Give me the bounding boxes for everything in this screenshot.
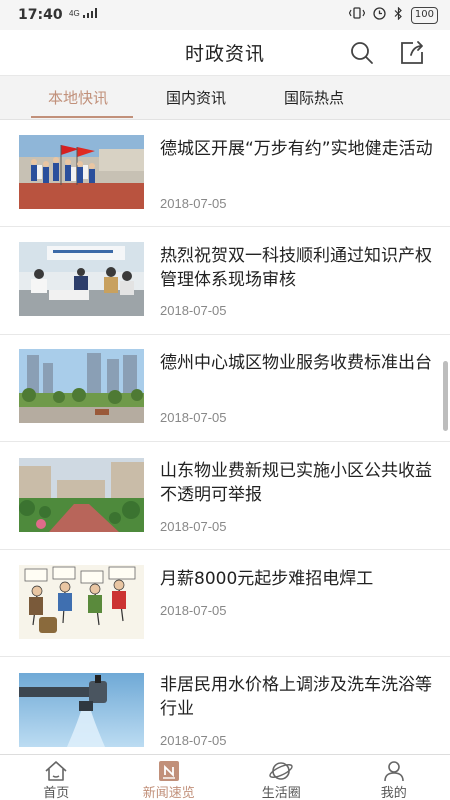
news-item[interactable]: 德州中心城区物业服务收费标准出台 2018-07-05: [0, 335, 450, 442]
news-title: 月薪8000元起步难招电焊工: [160, 569, 374, 589]
news-title: 热烈祝贺双一科技顺利通过知识产权管理体系现场审核: [160, 246, 432, 290]
news-title: 德城区开展“万步有约”实地健走活动: [160, 139, 433, 159]
nav-home[interactable]: 首页: [0, 755, 113, 800]
news-thumbnail: [19, 458, 144, 532]
news-list: 德城区开展“万步有约”实地健走活动 2018-07-05 热烈祝贺双一科技顺利通…: [0, 121, 450, 754]
news-item[interactable]: 山东物业费新规已实施小区公共收益不透明可举报 2018-07-05: [0, 442, 450, 550]
news-thumbnail: [19, 242, 144, 316]
nav-life-circle-label: 生活圈: [261, 786, 301, 800]
network-type: 4G: [69, 9, 80, 18]
bluetooth-icon: [394, 6, 403, 24]
nav-profile[interactable]: 我的: [338, 755, 450, 800]
tab-local-news[interactable]: 本地快讯: [23, 76, 133, 120]
news-date: 2018-07-05: [160, 733, 227, 748]
vibrate-icon: [348, 7, 366, 23]
news-title: 非居民用水价格上调涉及洗车洗浴等行业: [160, 675, 432, 719]
nav-news[interactable]: 新闻速览: [113, 755, 226, 800]
page-title: 时政资讯: [184, 43, 265, 65]
news-date: 2018-07-05: [160, 519, 227, 534]
app-header: 时政资讯: [0, 30, 450, 76]
tab-international-news[interactable]: 国际热点: [259, 76, 369, 120]
news-item[interactable]: 非居民用水价格上调涉及洗车洗浴等行业 2018-07-05: [0, 657, 450, 754]
battery-icon: 100: [410, 6, 438, 24]
news-thumbnail: [19, 673, 144, 747]
status-bar: 17:40 4G 100: [0, 0, 450, 30]
nav-profile-label: 我的: [380, 786, 407, 800]
news-date: 2018-07-05: [160, 603, 227, 618]
status-time: 17:40: [18, 7, 63, 23]
news-thumbnail: [19, 135, 144, 209]
scrollbar[interactable]: [443, 361, 448, 431]
news-item[interactable]: 德城区开展“万步有约”实地健走活动 2018-07-05: [0, 121, 450, 227]
home-icon: [44, 759, 68, 782]
signal-icon: 4G: [69, 7, 105, 23]
planet-icon: [268, 759, 294, 782]
share-icon: [401, 41, 423, 64]
nav-home-label: 首页: [43, 786, 70, 800]
category-tabs: 本地快讯 国内资讯 国际热点: [0, 76, 450, 120]
news-date: 2018-07-05: [160, 303, 227, 318]
news-title: 德州中心城区物业服务收费标准出台: [160, 353, 432, 373]
search-button[interactable]: [348, 39, 376, 67]
news-date: 2018-07-05: [160, 196, 227, 211]
news-icon: [158, 759, 180, 782]
status-left: 17:40 4G: [18, 7, 105, 23]
search-icon: [351, 42, 373, 64]
news-item[interactable]: 月薪8000元起步难招电焊工 2018-07-05: [0, 550, 450, 657]
news-date: 2018-07-05: [160, 410, 227, 425]
user-icon: [382, 759, 406, 782]
news-thumbnail: [19, 349, 144, 423]
news-item[interactable]: 热烈祝贺双一科技顺利通过知识产权管理体系现场审核 2018-07-05: [0, 228, 450, 335]
tab-domestic-news[interactable]: 国内资讯: [141, 76, 251, 120]
share-button[interactable]: [398, 39, 426, 67]
status-right: 100: [348, 6, 438, 24]
bottom-nav: 首页 新闻速览 生活圈 我的: [0, 754, 450, 800]
news-title: 山东物业费新规已实施小区公共收益不透明可举报: [160, 461, 432, 505]
nav-news-label: 新闻速览: [142, 786, 195, 800]
news-thumbnail: [19, 565, 144, 639]
nav-life-circle[interactable]: 生活圈: [225, 755, 338, 800]
alarm-icon: [373, 6, 386, 24]
